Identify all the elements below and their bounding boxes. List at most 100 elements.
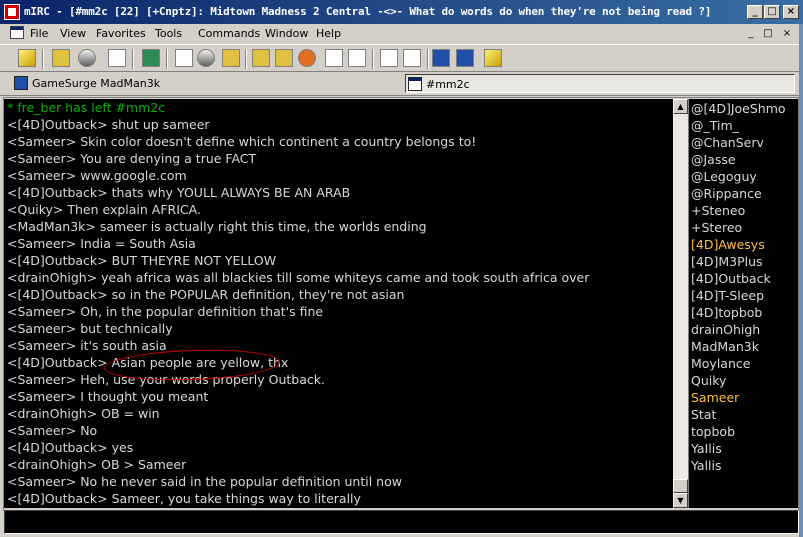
- connect-icon[interactable]: [18, 49, 36, 67]
- chat-line: <drainOhigh> OB = win: [7, 406, 160, 421]
- nick-list-item[interactable]: +Stereo: [691, 219, 742, 236]
- nick-list-item[interactable]: drainOhigh: [691, 321, 760, 338]
- nick-list-item[interactable]: @Jasse: [691, 151, 736, 168]
- nick-list-item[interactable]: @ChanServ: [691, 134, 764, 151]
- help-bulb-icon[interactable]: [484, 49, 502, 67]
- channels-folder-icon[interactable]: [142, 49, 160, 67]
- tab-gamesurge-madman3k[interactable]: GameSurge MadMan3k: [12, 74, 182, 93]
- mdi-window-icon[interactable]: [10, 26, 24, 39]
- message-input[interactable]: [4, 510, 799, 534]
- chat-line: <Sameer> No: [7, 423, 98, 438]
- nick-list-item[interactable]: +Steneo: [691, 202, 745, 219]
- url-list-icon[interactable]: [380, 49, 398, 67]
- dcc-chat-icon[interactable]: [348, 49, 366, 67]
- chat-log[interactable]: * fre_ber has left #mm2c <[4D]Outback> s…: [4, 99, 673, 508]
- switchbar: GameSurge MadMan3k #mm2c: [0, 72, 803, 96]
- mdi-restore-button[interactable]: □: [761, 27, 775, 40]
- options-icon[interactable]: [52, 49, 70, 67]
- chat-line: <[4D]Outback> yes: [7, 440, 134, 455]
- menu-bar: File View Favorites Tools Commands Windo…: [0, 24, 803, 43]
- status-window-icon: [14, 76, 28, 90]
- nick-list-item[interactable]: [4D]Outback: [691, 270, 771, 287]
- log-viewer-icon[interactable]: [403, 49, 421, 67]
- menu-commands[interactable]: Commands: [198, 24, 260, 43]
- remote-icon[interactable]: [298, 49, 316, 67]
- nick-list-item[interactable]: topbob: [691, 423, 735, 440]
- chat-line: <Sameer> Oh, in the popular definition t…: [7, 304, 324, 319]
- menu-tools[interactable]: Tools: [155, 24, 182, 43]
- tab-label: #mm2c: [426, 78, 470, 91]
- chat-line: <[4D]Outback> thats why YOULL ALWAYS BE …: [7, 185, 351, 200]
- mirc-app-icon[interactable]: [4, 4, 20, 20]
- scroll-track[interactable]: [673, 114, 688, 493]
- menu-file[interactable]: File: [30, 24, 48, 43]
- window-title: mIRC - [#mm2c [22] [+Cnptz]: Midtown Mad…: [24, 5, 712, 18]
- toolbar-separator: [132, 49, 134, 69]
- nick-list-item[interactable]: Yallis: [691, 457, 722, 474]
- scroll-thumb[interactable]: [673, 479, 688, 493]
- tile-windows-icon[interactable]: [432, 49, 450, 67]
- nick-list-item[interactable]: Moylance: [691, 355, 750, 372]
- toolbar-separator: [245, 49, 247, 69]
- toolbar-separator: [42, 49, 44, 69]
- menu-favorites[interactable]: Favorites: [96, 24, 146, 43]
- nick-list-item[interactable]: @[4D]JoeShmo: [691, 100, 786, 117]
- nick-list-item[interactable]: [4D]Awesys: [691, 236, 765, 253]
- channel-window-icon: [408, 77, 422, 91]
- chat-line: <Sameer> www.google.com: [7, 168, 187, 183]
- nick-list-item[interactable]: [4D]T-Sleep: [691, 287, 764, 304]
- maximize-button[interactable]: □: [764, 5, 780, 19]
- nick-list-item[interactable]: YaIlis: [691, 440, 722, 457]
- chat-line: <Sameer> it's south asia: [7, 338, 167, 353]
- server-list-icon[interactable]: [78, 49, 96, 67]
- chat-line: <Sameer> Skin color doesn't define which…: [7, 134, 477, 149]
- nick-list-item[interactable]: @Legoguy: [691, 168, 757, 185]
- nick-list-item[interactable]: Sameer: [691, 389, 739, 406]
- chat-scrollbar[interactable]: ▲ ▼: [673, 99, 688, 508]
- nick-list-item[interactable]: MadMan3k: [691, 338, 759, 355]
- nick-list-item[interactable]: Stat: [691, 406, 716, 423]
- chat-line: <[4D]Outback> BUT THEYRE NOT YELLOW: [7, 253, 277, 268]
- minimize-button[interactable]: _: [747, 5, 763, 19]
- chat-line: <Sameer> No he never said in the popular…: [7, 474, 402, 489]
- chat-line: * fre_ber has left #mm2c: [7, 100, 166, 115]
- aliases-icon[interactable]: [252, 49, 270, 67]
- chat-line: <drainOhigh> OB > Sameer: [7, 457, 187, 472]
- nick-list[interactable]: @[4D]JoeShmo @_Tim_ @ChanServ @Jasse @Legogu…: [688, 99, 798, 508]
- popups-icon[interactable]: [275, 49, 293, 67]
- notify-list-icon[interactable]: [175, 49, 193, 67]
- chat-line: <[4D]Outback> shut up sameer: [7, 117, 210, 132]
- mdi-close-button[interactable]: ×: [780, 27, 794, 40]
- nick-list-item[interactable]: [4D]M3Plus: [691, 253, 763, 270]
- colors-icon[interactable]: [222, 49, 240, 67]
- timer-clock-icon[interactable]: [197, 49, 215, 67]
- chat-line: <Quiky> Then explain AFRICA.: [7, 202, 201, 217]
- menu-help[interactable]: Help: [316, 24, 341, 43]
- mdi-minimize-button[interactable]: _: [744, 27, 758, 40]
- menu-window[interactable]: Window: [265, 24, 308, 43]
- nick-list-item[interactable]: @_Tim_: [691, 117, 739, 134]
- address-book-icon[interactable]: [108, 49, 126, 67]
- toolbar-separator: [427, 49, 429, 69]
- dcc-send-icon[interactable]: [325, 49, 343, 67]
- chat-line: <Sameer> India = South Asia: [7, 236, 196, 251]
- chat-line: <drainOhigh> yeah africa was all blackie…: [7, 270, 590, 285]
- nick-list-item[interactable]: Quiky: [691, 372, 726, 389]
- close-button[interactable]: ×: [783, 5, 799, 19]
- chat-line: <Sameer> but technically: [7, 321, 173, 336]
- tab-label: GameSurge MadMan3k: [32, 77, 161, 90]
- toolbar-separator: [372, 49, 374, 69]
- cascade-windows-icon[interactable]: [456, 49, 474, 67]
- chat-line: <Sameer> You are denying a true FACT: [7, 151, 257, 166]
- chat-line: <[4D]Outback> Sameer, you take things wa…: [7, 491, 361, 506]
- title-bar[interactable]: mIRC - [#mm2c [22] [+Cnptz]: Midtown Mad…: [0, 0, 803, 24]
- nick-list-item[interactable]: [4D]topbob: [691, 304, 762, 321]
- scroll-up-arrow-icon[interactable]: ▲: [673, 99, 688, 114]
- chat-line: <Sameer> I thought you meant: [7, 389, 209, 404]
- nick-list-item[interactable]: @Rippance: [691, 185, 762, 202]
- scroll-down-arrow-icon[interactable]: ▼: [673, 493, 688, 508]
- toolbar: [0, 44, 803, 72]
- menu-view[interactable]: View: [60, 24, 86, 43]
- tab-channel-mm2c[interactable]: #mm2c: [405, 74, 795, 93]
- chat-line: <MadMan3k> sameer is actually right this…: [7, 219, 427, 234]
